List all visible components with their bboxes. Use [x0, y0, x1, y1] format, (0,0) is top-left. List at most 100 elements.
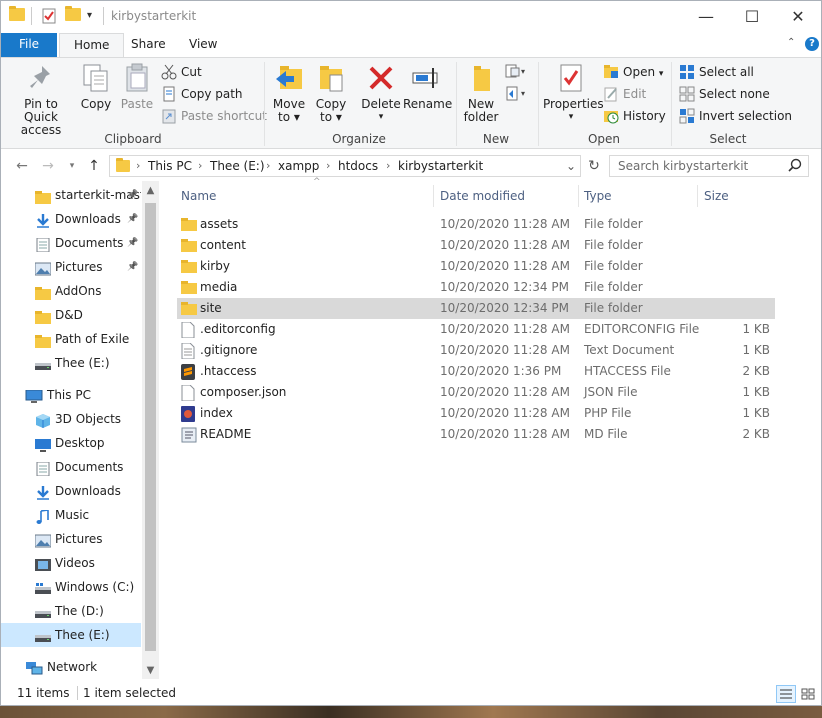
music-icon [35, 508, 51, 524]
up-arrow-icon[interactable]: ↑ [85, 157, 103, 175]
minimize-button[interactable]: — [683, 1, 729, 31]
open-button[interactable]: Open ▾ [603, 63, 663, 81]
select-all-button[interactable]: Select all [679, 63, 754, 81]
sidebar-item-3d-objects[interactable]: 3D Objects [1, 407, 141, 431]
table-row[interactable]: assets 10/20/2020 11:28 AM File folder [177, 214, 775, 235]
quick-access-dropdown-icon[interactable]: ▾ [87, 10, 103, 26]
nav-scrollbar-thumb[interactable] [145, 203, 156, 651]
address-bar[interactable]: › This PC › Thee (E:) › xampp › htdocs ›… [109, 155, 581, 177]
table-row[interactable]: media 10/20/2020 12:34 PM File folder [177, 277, 775, 298]
tab-view[interactable]: View [175, 33, 231, 57]
table-row[interactable]: .htaccess 10/20/2020 1:36 PM HTACCESS File… [177, 361, 775, 382]
properties-quick-access-icon[interactable] [41, 8, 57, 24]
tab-home[interactable]: Home [59, 33, 125, 58]
table-row[interactable]: index 10/20/2020 11:28 AM PHP File 1 KB [177, 403, 775, 424]
column-name[interactable]: Name [175, 183, 431, 209]
search-input[interactable]: Search kirbystarterkit [609, 155, 809, 177]
download-icon [35, 484, 51, 500]
sidebar-item-label: Downloads [55, 212, 121, 226]
new-item-button[interactable]: ▾ [505, 64, 527, 83]
table-row[interactable]: content 10/20/2020 11:28 AM File folder [177, 235, 775, 256]
easy-access-button[interactable]: ▾ [505, 86, 527, 105]
cube-icon [35, 412, 51, 428]
move-to-line2: to ▾ [278, 110, 300, 124]
column-size[interactable]: Size [698, 183, 776, 209]
move-to-button[interactable]: Move to ▾ [271, 62, 307, 124]
sidebar-item-pictures[interactable]: Pictures [1, 527, 141, 551]
search-icon [788, 158, 802, 175]
breadcrumb-this-pc[interactable]: This PC [148, 159, 192, 173]
nav-scrollbar[interactable]: ▲ ▼ [142, 181, 159, 679]
select-none-button[interactable]: Select none [679, 85, 770, 103]
copy-path-button[interactable]: Copy path [161, 85, 243, 103]
back-arrow-icon[interactable]: ← [13, 157, 31, 175]
table-row[interactable]: README 10/20/2020 11:28 AM MD File 2 KB [177, 424, 775, 445]
cut-button[interactable]: Cut [161, 63, 202, 81]
rename-button[interactable]: Rename [403, 62, 452, 111]
rename-icon [410, 62, 442, 94]
close-button[interactable]: ✕ [775, 1, 821, 31]
details-view-icon[interactable] [776, 685, 796, 703]
new-folder-quick-access-icon[interactable] [65, 6, 81, 24]
sidebar-item-label: Music [55, 508, 90, 522]
sidebar-item-windows-c[interactable]: Windows (C:) [1, 575, 141, 599]
sidebar-item-this-pc[interactable]: This PC [1, 383, 141, 407]
sidebar-item-downloads[interactable]: Downloads 📌 [1, 207, 141, 231]
recent-locations-chevron-icon[interactable]: ▾ [63, 157, 81, 175]
column-type[interactable]: Type [578, 183, 698, 209]
table-row[interactable]: composer.json 10/20/2020 11:28 AM JSON Fil… [177, 382, 775, 403]
invert-selection-button[interactable]: Invert selection [679, 107, 792, 125]
tab-file[interactable]: File [1, 33, 57, 57]
breadcrumb-xampp[interactable]: xampp [278, 159, 319, 173]
properties-dropdown-icon: ▾ [568, 112, 574, 122]
collapse-ribbon-icon[interactable]: ⌃ [787, 37, 795, 48]
paste-shortcut-button[interactable]: Paste shortcut [161, 107, 267, 125]
sidebar-item-thee-e[interactable]: Thee (E:) [1, 351, 141, 375]
tab-share[interactable]: Share [117, 33, 180, 57]
address-history-chevron-icon[interactable]: ⌄ [566, 159, 576, 173]
breadcrumb-thee-e[interactable]: Thee (E:) [210, 159, 265, 173]
sidebar-item-path-of-exile[interactable]: Path of Exile [1, 327, 141, 351]
sidebar-item-d-d[interactable]: D&D [1, 303, 141, 327]
refresh-icon[interactable]: ↻ [585, 157, 603, 175]
column-date-modified[interactable]: Date modified [434, 183, 578, 209]
edit-button[interactable]: Edit [603, 85, 646, 103]
sidebar-item-label: Thee (E:) [55, 628, 110, 642]
help-icon[interactable]: ? [805, 37, 819, 51]
folder-icon [35, 188, 51, 204]
pin-to-quick-access-button[interactable]: Pin to Quick access [7, 62, 75, 137]
sidebar-item-addons[interactable]: AddOns [1, 279, 141, 303]
file-date-modified: 10/20/2020 12:34 PM [440, 301, 569, 315]
forward-arrow-icon[interactable]: → [39, 157, 57, 175]
copy-to-button[interactable]: Copy to ▾ [313, 62, 349, 124]
table-row[interactable]: site 10/20/2020 12:34 PM File folder [177, 298, 775, 319]
scroll-down-icon[interactable]: ▼ [145, 665, 156, 679]
paste-button[interactable]: Paste [119, 62, 155, 111]
sidebar-item-downloads[interactable]: Downloads [1, 479, 141, 503]
copy-button[interactable]: Copy [77, 62, 115, 111]
new-folder-button[interactable]: New folder [461, 62, 501, 124]
sidebar-item-music[interactable]: Music [1, 503, 141, 527]
table-row[interactable]: .editorconfig 10/20/2020 11:28 AM EDITORCO… [177, 319, 775, 340]
table-row[interactable]: .gitignore 10/20/2020 11:28 AM Text Docume… [177, 340, 775, 361]
properties-button[interactable]: Properties ▾ [543, 62, 604, 124]
history-button[interactable]: History [603, 107, 666, 125]
scroll-up-icon[interactable]: ▲ [145, 185, 156, 199]
sidebar-item-desktop[interactable]: Desktop [1, 431, 141, 455]
sidebar-item-the-d[interactable]: The (D:) [1, 599, 141, 623]
sidebar-item-videos[interactable]: Videos [1, 551, 141, 575]
sidebar-item-pictures[interactable]: Pictures 📌 [1, 255, 141, 279]
sidebar-item-starterkit-master[interactable]: starterkit-master📌 [1, 183, 141, 207]
breadcrumb-kirbystarterkit[interactable]: kirbystarterkit [398, 159, 483, 173]
delete-button[interactable]: Delete ▾ [361, 62, 401, 124]
sidebar-item-documents[interactable]: Documents [1, 455, 141, 479]
table-row[interactable]: kirby 10/20/2020 11:28 AM File folder [177, 256, 775, 277]
large-icons-view-icon[interactable] [798, 685, 818, 703]
maximize-button[interactable]: ☐ [729, 1, 775, 31]
sidebar-item-thee-e[interactable]: Thee (E:) [1, 623, 141, 647]
sidebar-item-documents[interactable]: Documents 📌 [1, 231, 141, 255]
select-all-label: Select all [699, 65, 754, 79]
folder-icon [116, 158, 130, 175]
breadcrumb-htdocs[interactable]: htdocs [338, 159, 378, 173]
sidebar-item-network[interactable]: Network [1, 655, 141, 679]
